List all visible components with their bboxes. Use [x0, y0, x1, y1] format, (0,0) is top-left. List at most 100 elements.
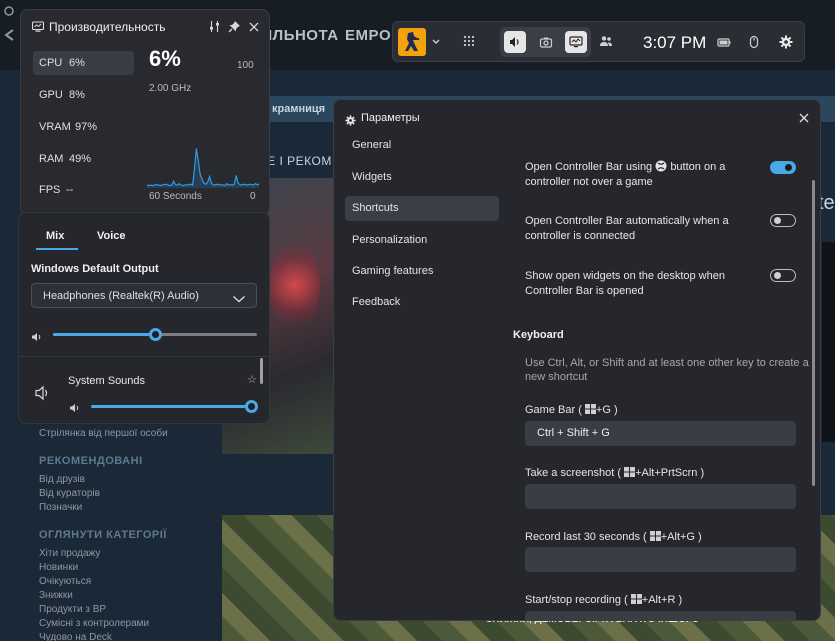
- shortcut-label-record-last: Record last 30 seconds ( +Alt+G ): [525, 531, 702, 543]
- settings-title: Параметры: [361, 112, 420, 124]
- chart-axis-right: 0: [250, 191, 256, 202]
- metric-value: 97%: [75, 121, 98, 133]
- xbox-icon: [655, 160, 667, 172]
- steam-sidebar-link[interactable]: Від друзів: [39, 474, 85, 485]
- chart-axis-left: 60 Seconds: [149, 191, 202, 202]
- shortcut-label-game-bar: Game Bar ( +G ): [525, 404, 618, 416]
- nav-label: Personalization: [352, 234, 428, 246]
- steam-sidebar-link[interactable]: Хіти продажу: [39, 548, 100, 559]
- nav-widgets[interactable]: Widgets: [345, 165, 499, 190]
- metric-value: 49%: [69, 153, 92, 165]
- steam-sidebar-link[interactable]: Знижки: [39, 590, 73, 601]
- metric-row-cpu[interactable]: CPU 6%: [33, 51, 134, 75]
- speaker-icon[interactable]: [31, 330, 43, 348]
- metric-row-fps[interactable]: FPS --: [33, 178, 134, 202]
- shortcut-input-record-last[interactable]: [525, 547, 796, 572]
- star-icon[interactable]: ☆: [247, 373, 257, 386]
- capture-widget-button[interactable]: [535, 31, 557, 53]
- option-auto-open: Open Controller Bar automatically when a…: [525, 215, 729, 242]
- game-thumbnail-icon[interactable]: [398, 28, 426, 56]
- monitor-icon: [569, 36, 583, 48]
- close-icon[interactable]: [798, 111, 810, 129]
- active-tab-indicator: [36, 248, 78, 250]
- app-volume-thumb[interactable]: [245, 400, 258, 413]
- steam-hero-glow: [270, 240, 320, 330]
- toggle-auto-open[interactable]: [770, 214, 796, 227]
- output-device-select[interactable]: Headphones (Realtek(R) Audio): [31, 283, 257, 308]
- social-icon[interactable]: [599, 34, 613, 53]
- steam-sidebar-link[interactable]: Позначки: [39, 502, 82, 513]
- steam-sidebar-link[interactable]: Стрілянка від першої особи: [39, 428, 168, 439]
- chevron-down-icon[interactable]: [431, 34, 441, 53]
- tab-mix[interactable]: Mix: [46, 230, 64, 242]
- metric-row-vram[interactable]: VRAM 97%: [33, 115, 134, 139]
- steam-right-panel: [822, 242, 835, 442]
- nav-personalization[interactable]: Personalization: [345, 228, 499, 253]
- metric-label: CPU: [39, 57, 63, 69]
- pin-icon[interactable]: [228, 20, 241, 38]
- nav-label: Shortcuts: [352, 202, 399, 214]
- shortcut-default: +Alt+G: [660, 531, 695, 543]
- metric-value: --: [66, 184, 74, 196]
- metric-label: RAM: [39, 153, 64, 165]
- chevron-down-icon: [232, 291, 246, 309]
- app-volume-slider[interactable]: [91, 400, 258, 413]
- gear-icon: [345, 113, 356, 131]
- option-show-widgets: Show open widgets on the desktop when Co…: [525, 270, 725, 297]
- shortcut-value: Ctrl + Shift + G: [537, 427, 610, 439]
- option-controller-bar-button: Open Controller Bar using button on a co…: [525, 160, 740, 190]
- sliders-icon[interactable]: [208, 20, 221, 38]
- audio-widget-button[interactable]: [504, 31, 526, 53]
- steam-sidebar-link[interactable]: Продукти з ВР: [39, 604, 106, 615]
- cpu-frequency: 2.00 GHz: [149, 83, 192, 94]
- widget-menu-icon[interactable]: [463, 34, 475, 52]
- steam-sidebar-link[interactable]: Від кураторів: [39, 488, 100, 499]
- master-volume-thumb[interactable]: [149, 328, 162, 341]
- nav-feedback[interactable]: Feedback: [345, 290, 499, 315]
- shortcut-name: Game Bar: [525, 404, 576, 416]
- steam-sidebar-link[interactable]: Очікуються: [39, 576, 91, 587]
- metric-value: 6%: [69, 57, 85, 69]
- metric-row-ram[interactable]: RAM 49%: [33, 147, 134, 171]
- shortcut-input-screenshot[interactable]: [525, 484, 796, 509]
- shortcut-input-recording[interactable]: [525, 611, 796, 620]
- steam-nav-item[interactable]: ІЛЬНОТА: [268, 27, 339, 44]
- toggle-controller-bar-button[interactable]: [770, 161, 796, 174]
- nav-label: Feedback: [352, 296, 401, 308]
- keyboard-description: Use Ctrl, Alt, or Shift and at least one…: [525, 357, 809, 383]
- mouse-icon[interactable]: [747, 35, 761, 54]
- toggle-show-widgets[interactable]: [770, 269, 796, 282]
- gear-icon[interactable]: [779, 35, 793, 54]
- option-text: Open Controller Bar using: [525, 161, 653, 173]
- game-bar: 3:07 PM: [392, 21, 805, 62]
- scrollbar[interactable]: [812, 180, 815, 486]
- steam-sidebar-link[interactable]: Чудово на Deck: [39, 632, 112, 641]
- tab-voice[interactable]: Voice: [97, 230, 126, 242]
- shortcut-label-screenshot: Take a screenshot ( +Alt+PrtScrn ): [525, 467, 705, 479]
- shortcut-input-game-bar[interactable]: Ctrl + Shift + G: [525, 421, 796, 446]
- close-icon[interactable]: [248, 20, 260, 38]
- performance-widget-button[interactable]: [565, 31, 587, 53]
- nav-gaming-features[interactable]: Gaming features: [345, 259, 499, 284]
- clock-time: 3:07 PM: [643, 33, 707, 52]
- output-device-value: Headphones (Realtek(R) Audio): [43, 290, 199, 302]
- scrollbar[interactable]: [260, 358, 263, 384]
- steam-sidebar-link[interactable]: Сумісні з контролерами: [39, 618, 149, 629]
- nav-shortcuts[interactable]: Shortcuts: [345, 196, 499, 221]
- master-volume-fill: [53, 333, 155, 336]
- nav-general[interactable]: General: [345, 133, 499, 158]
- speaker-icon[interactable]: [69, 401, 81, 419]
- windows-key-icon: [630, 594, 642, 604]
- shortcut-default: +Alt+R: [641, 594, 676, 606]
- shortcut-default: +G: [595, 404, 611, 416]
- metric-row-gpu[interactable]: GPU 8%: [33, 83, 134, 107]
- audio-widget: Mix Voice Windows Default Output Headpho…: [18, 212, 270, 424]
- master-volume-slider[interactable]: [53, 328, 257, 341]
- steam-sidebar-link[interactable]: Новинки: [39, 562, 78, 573]
- battery-icon: [717, 35, 731, 54]
- steam-sidebar-heading: РЕКОМЕНДОВАНІ: [39, 455, 143, 467]
- speaker-icon: [510, 37, 519, 47]
- cpu-usage-line: [147, 148, 259, 187]
- steam-store-label[interactable]: крамниця: [272, 103, 325, 115]
- chart-max-label: 100: [237, 60, 254, 71]
